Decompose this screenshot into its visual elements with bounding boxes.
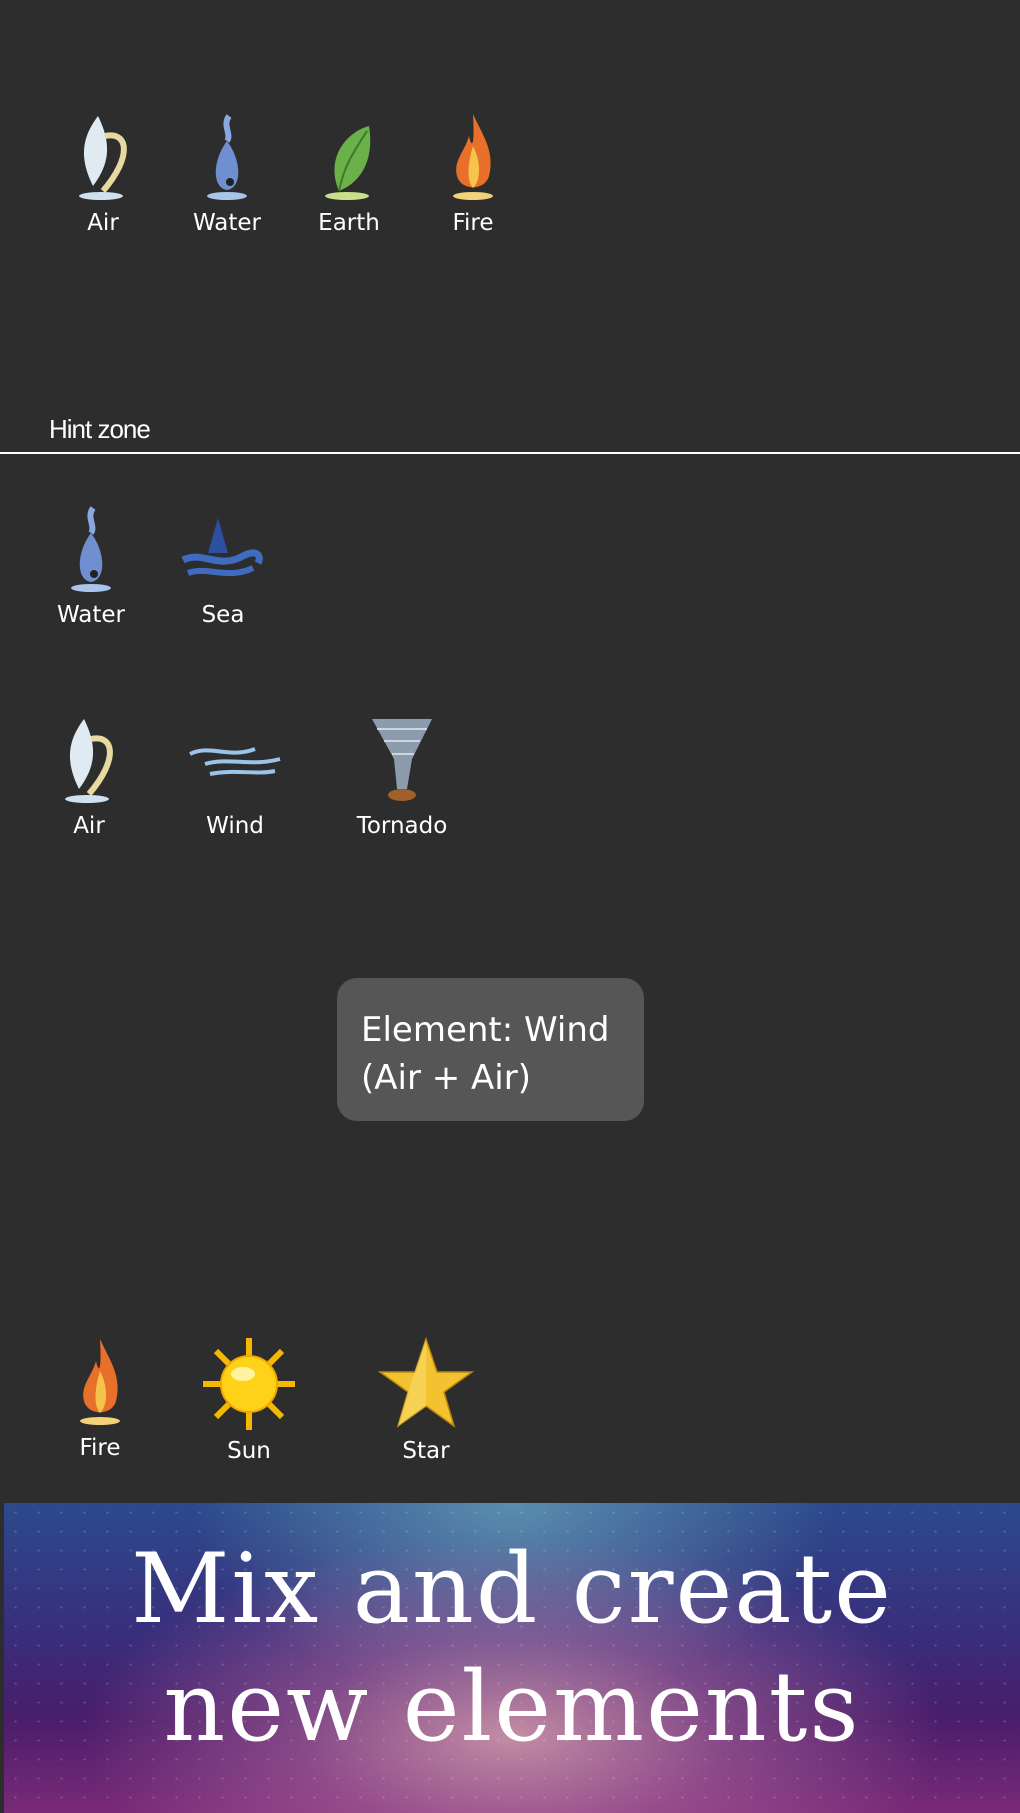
water-icon xyxy=(41,498,141,598)
element-label: Wind xyxy=(206,813,264,839)
hint-zone-label: Hint zone xyxy=(49,414,151,444)
hint-zone-divider xyxy=(0,452,1020,454)
sun-icon xyxy=(199,1334,299,1434)
earth-icon xyxy=(299,106,399,206)
hint-element-sea[interactable]: Sea xyxy=(163,498,283,628)
tooltip-title: Element: Wind xyxy=(361,1010,610,1050)
element-label: Fire xyxy=(452,210,494,236)
element-label: Star xyxy=(402,1438,450,1464)
element-label: Water xyxy=(57,602,125,628)
star-icon xyxy=(376,1334,476,1434)
element-label: Sun xyxy=(227,1438,271,1464)
palette-element-water[interactable]: Water xyxy=(167,106,287,236)
element-label: Earth xyxy=(318,210,380,236)
element-label: Water xyxy=(193,210,261,236)
hint-element-wind[interactable]: Wind xyxy=(175,709,295,839)
wind-icon xyxy=(185,709,285,809)
hint-element-tornado[interactable]: Tornado xyxy=(342,709,462,839)
fire-icon xyxy=(50,1331,150,1431)
fire-icon xyxy=(423,106,523,206)
promo-banner: Mix and create new elements xyxy=(4,1503,1020,1813)
element-label: Air xyxy=(73,813,105,839)
element-label: Air xyxy=(87,210,119,236)
tooltip-recipe: (Air + Air) xyxy=(361,1058,531,1098)
element-label: Tornado xyxy=(356,813,448,839)
palette-element-air[interactable]: Air xyxy=(43,106,163,236)
hint-element-air[interactable]: Air xyxy=(29,709,149,839)
hint-element-water[interactable]: Water xyxy=(31,498,151,628)
element-label: Fire xyxy=(79,1435,121,1461)
element-label: Sea xyxy=(201,602,245,628)
sea-icon xyxy=(173,498,273,598)
tornado-icon xyxy=(352,709,452,809)
air-icon xyxy=(53,106,153,206)
element-tooltip: Element: Wind (Air + Air) xyxy=(337,978,644,1121)
palette-element-earth[interactable]: Earth xyxy=(289,106,409,236)
palette-element-fire[interactable]: Fire xyxy=(413,106,533,236)
air-icon xyxy=(39,709,139,809)
hint-element-star[interactable]: Star xyxy=(366,1334,486,1464)
hint-element-fire[interactable]: Fire xyxy=(40,1331,160,1461)
banner-line-1: Mix and create xyxy=(131,1533,893,1645)
water-icon xyxy=(177,106,277,206)
hint-element-sun[interactable]: Sun xyxy=(189,1334,309,1464)
banner-line-2: new elements xyxy=(163,1651,861,1763)
